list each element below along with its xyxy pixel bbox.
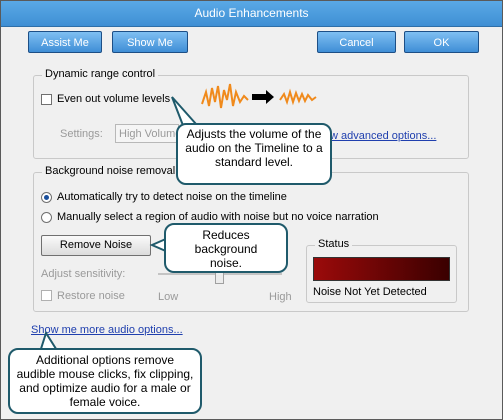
volume-callout: Adjusts the volume of the audio on the T…	[176, 123, 332, 185]
noise-callout: Reduces background noise.	[164, 223, 288, 273]
more-options-callout: Additional options remove audible mouse …	[8, 348, 202, 414]
